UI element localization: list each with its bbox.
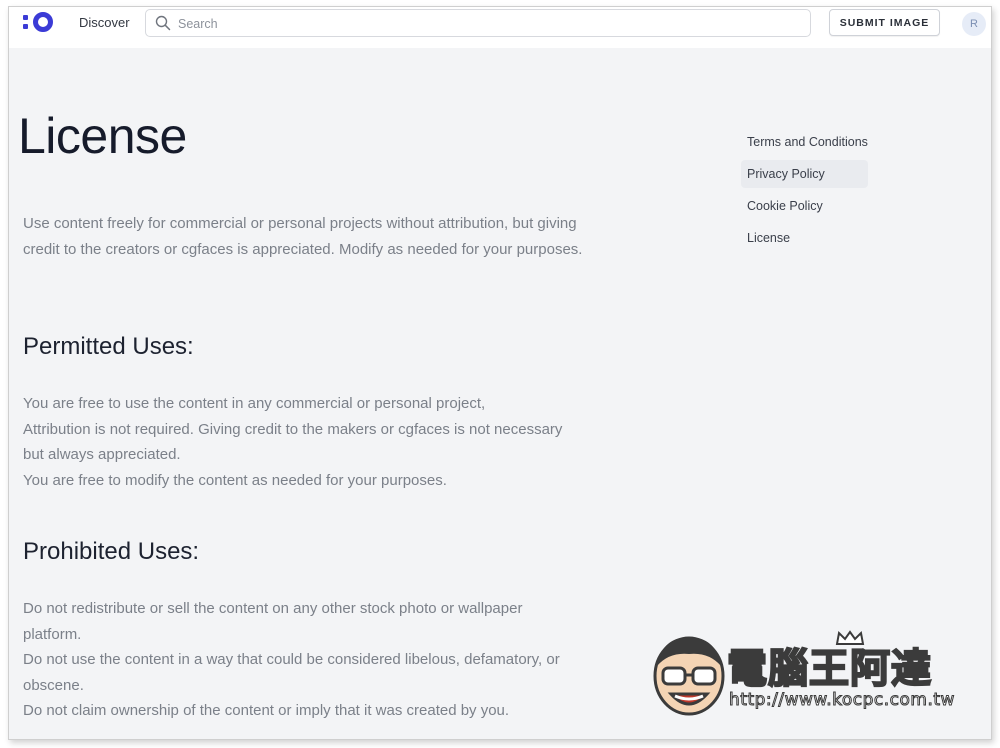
list-item: Do not use the content in a way that cou… <box>23 651 560 694</box>
watermark-url: http://www.kocpc.com.tw <box>729 690 955 711</box>
watermark-title: 電腦王阿達 <box>726 645 932 693</box>
list-item: Do not claim ownership of the content or… <box>23 702 510 719</box>
mascot-face-icon <box>653 636 725 716</box>
sidebar-item-license[interactable]: License <box>741 224 868 252</box>
list-item: Do not redistribute or sell the content … <box>23 600 523 643</box>
sidebar-item-terms[interactable]: Terms and Conditions <box>741 128 868 156</box>
page-title: License <box>18 108 187 164</box>
list-item: You are free to use the content in any c… <box>23 395 486 412</box>
watermark: 電腦王阿達 http://www.kocpc.com.tw <box>649 622 969 722</box>
legal-sidebar-nav: Terms and Conditions Privacy Policy Cook… <box>741 128 868 256</box>
search-input[interactable] <box>176 13 800 35</box>
list-item: You are free to modify the content as ne… <box>23 471 447 489</box>
sidebar-item-privacy[interactable]: Privacy Policy <box>741 160 868 188</box>
search-bar[interactable] <box>145 9 811 37</box>
list-item: Attribution is not required. Giving cred… <box>23 420 563 464</box>
prohibited-uses-list: Do not redistribute or sell the content … <box>23 596 583 724</box>
prohibited-uses-heading: Prohibited Uses: <box>23 538 200 565</box>
nav-discover-link[interactable]: Discover <box>79 15 130 30</box>
submit-image-button[interactable]: SUBMIT IMAGE <box>829 9 940 36</box>
permitted-uses-list: You are free to use the content in any c… <box>23 391 583 493</box>
intro-paragraph: Use content freely for commercial or per… <box>23 215 583 258</box>
browser-frame: Discover SUBMIT IMAGE R License Use cont… <box>8 6 992 740</box>
permitted-uses-heading: Permitted Uses: <box>23 333 194 360</box>
site-logo-icon[interactable] <box>21 12 55 34</box>
sidebar-item-cookie[interactable]: Cookie Policy <box>741 192 868 220</box>
search-icon <box>155 15 171 31</box>
user-avatar[interactable]: R <box>962 12 986 36</box>
top-navigation-bar: Discover SUBMIT IMAGE R <box>9 7 991 48</box>
